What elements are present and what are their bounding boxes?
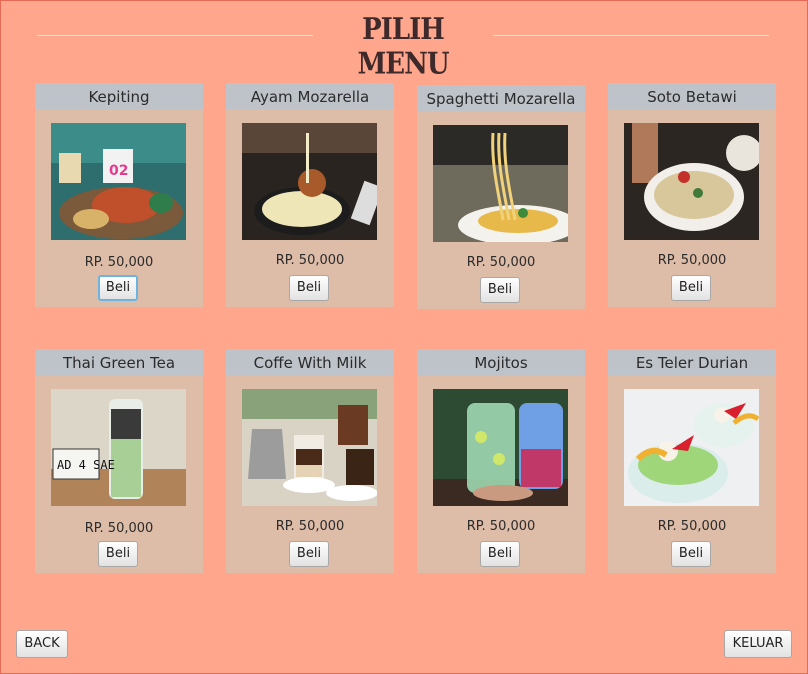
menu-item-name: Es Teler Durian [608,349,776,375]
svg-text:02: 02 [109,163,128,179]
buy-button[interactable]: Beli [289,275,329,301]
es-teler-durian-photo [624,389,759,506]
coffee-with-milk-photo [242,389,377,506]
menu-item-price: RP. 50,000 [275,253,345,268]
menu-item-price: RP. 50,000 [657,253,727,268]
menu-item-price: RP. 50,000 [275,519,345,534]
menu-item-price: RP. 50,000 [657,519,727,534]
buy-button[interactable]: Beli [289,541,329,567]
menu-item-price: RP. 50,000 [466,255,536,270]
menu-item-name: Thai Green Tea [35,349,203,375]
crab-dish-photo: 02 [51,123,186,240]
spaghetti-photo [433,125,568,242]
menu-item-price: RP. 50,000 [84,255,154,270]
menu-item-name: Mojitos [417,349,585,375]
buy-button[interactable]: Beli [98,541,138,567]
buy-button[interactable]: Beli [98,275,138,301]
menu-item-price: RP. 50,000 [466,519,536,534]
menu-item-price: RP. 50,000 [84,521,154,536]
buy-button[interactable]: Beli [480,277,520,303]
back-button[interactable]: BACK [16,630,68,658]
menu-card-coffe-with-milk: Coffe With Milk RP. 50,000 Beli [226,349,394,573]
exit-button[interactable]: KELUAR [724,630,792,658]
buy-button[interactable]: Beli [671,275,711,301]
thai-green-tea-photo: AD 4 SAE [51,389,186,506]
menu-item-name: Soto Betawi [608,83,776,109]
mojitos-photo [433,389,568,506]
title-rule-right [493,35,769,36]
menu-card-thai-green-tea: Thai Green Tea AD 4 SAE RP. 50,000 Beli [35,349,203,573]
menu-card-ayam-mozarella: Ayam Mozarella RP. 50,000 Beli [226,83,394,307]
menu-card-es-teler-durian: Es Teler Durian RP. 50,000 Beli [608,349,776,573]
menu-card-spaghetti-mozarella: Spaghetti Mozarella RP. 50,000 Beli [417,85,585,309]
menu-item-name: Coffe With Milk [226,349,394,375]
header: PILIH MENU [1,13,808,82]
menu-card-soto-betawi: Soto Betawi RP. 50,000 Beli [608,83,776,307]
menu-card-kepiting: Kepiting 02 RP. 50,000 Beli [35,83,203,307]
menu-card-mojitos: Mojitos RP. 50,000 Beli [417,349,585,573]
buy-button[interactable]: Beli [480,541,520,567]
title-rule-left [37,35,313,36]
page-title: PILIH MENU [357,12,449,82]
menu-item-name: Kepiting [35,83,203,109]
buy-button[interactable]: Beli [671,541,711,567]
menu-item-name: Ayam Mozarella [226,83,394,109]
soto-betawi-photo [624,123,759,240]
menu-item-name: Spaghetti Mozarella [417,85,585,111]
chicken-mozarella-photo [242,123,377,240]
svg-text:AD 4 SAE: AD 4 SAE [57,458,115,472]
